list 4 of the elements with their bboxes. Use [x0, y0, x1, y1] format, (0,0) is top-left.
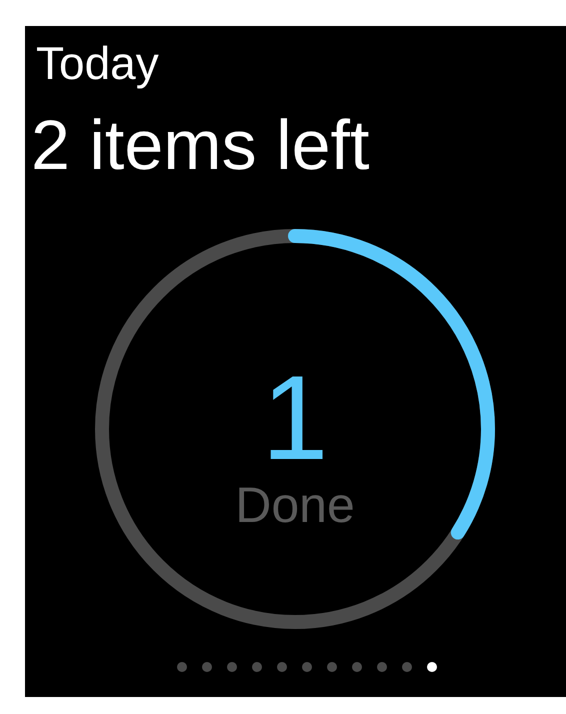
done-label: Done	[235, 480, 355, 530]
done-count: 1	[262, 358, 328, 478]
items-left-heading: 2 items left	[31, 110, 370, 180]
screen-title: Today	[36, 40, 159, 86]
